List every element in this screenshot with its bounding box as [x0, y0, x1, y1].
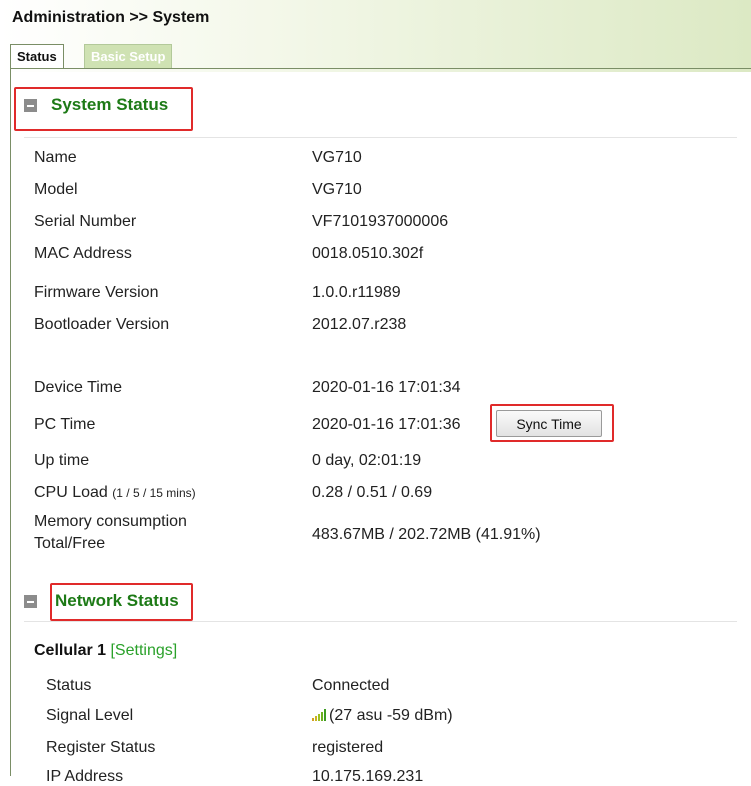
label-model: Model: [34, 181, 78, 198]
breadcrumb: Administration >> System: [12, 9, 210, 26]
value-mac-address: 0018.0510.302f: [312, 245, 424, 262]
tab-status[interactable]: Status: [10, 44, 64, 69]
label-serial-number: Serial Number: [34, 213, 137, 230]
content-left-border: [10, 68, 11, 776]
value-cpu-load: 0.28 / 0.51 / 0.69: [312, 484, 433, 501]
label-memory-line2: Total/Free: [34, 535, 106, 552]
label-name: Name: [34, 149, 77, 166]
collapse-minus-icon[interactable]: [24, 594, 37, 608]
value-up-time: 0 day, 02:01:19: [312, 452, 422, 469]
value-model: VG710: [312, 181, 362, 198]
cellular-1-header: Cellular 1 [Settings]: [34, 642, 177, 660]
section-divider: [24, 621, 737, 622]
highlight-box-network-status: [50, 583, 193, 621]
label-firmware-version: Firmware Version: [34, 284, 159, 301]
value-register-status: registered: [312, 739, 384, 756]
label-up-time: Up time: [34, 452, 90, 469]
label-register-status: Register Status: [46, 739, 156, 756]
value-signal-level: (27 asu -59 dBm): [312, 707, 453, 725]
value-pc-time: 2020-01-16 17:01:36: [312, 416, 461, 433]
value-ip-address: 10.175.169.231: [312, 768, 424, 785]
value-bootloader-version: 2012.07.r238: [312, 316, 407, 333]
label-device-time: Device Time: [34, 379, 123, 396]
signal-level-text: (27 asu -59 dBm): [329, 707, 453, 724]
highlight-box-system-status: [14, 87, 193, 131]
cellular-settings-link[interactable]: [Settings]: [110, 642, 177, 659]
signal-strength-icon: [312, 709, 329, 721]
label-bootloader-version: Bootloader Version: [34, 316, 170, 333]
label-mac-address: MAC Address: [34, 245, 132, 262]
value-memory: 483.67MB / 202.72MB (41.91%): [312, 526, 541, 543]
section-divider: [24, 137, 737, 138]
value-name: VG710: [312, 149, 362, 166]
cpu-load-label-text: CPU Load: [34, 484, 108, 501]
cellular-1-title: Cellular 1: [34, 642, 107, 659]
value-firmware-version: 1.0.0.r11989: [312, 284, 401, 301]
tab-underline: [10, 68, 751, 69]
label-memory-line1: Memory consumption: [34, 513, 187, 530]
label-ip-address: IP Address: [46, 768, 124, 785]
cpu-load-label-suffix: (1 / 5 / 15 mins): [112, 486, 196, 500]
label-cpu-load: CPU Load (1 / 5 / 15 mins): [34, 484, 196, 502]
label-pc-time: PC Time: [34, 416, 96, 433]
value-cellular-status: Connected: [312, 677, 390, 694]
highlight-box-sync-time: [490, 404, 614, 442]
value-device-time: 2020-01-16 17:01:34: [312, 379, 461, 396]
tab-basic-setup[interactable]: Basic Setup: [84, 44, 173, 69]
label-cellular-status: Status: [46, 677, 92, 694]
label-signal-level: Signal Level: [46, 707, 134, 724]
value-serial-number: VF7101937000006: [312, 213, 449, 230]
